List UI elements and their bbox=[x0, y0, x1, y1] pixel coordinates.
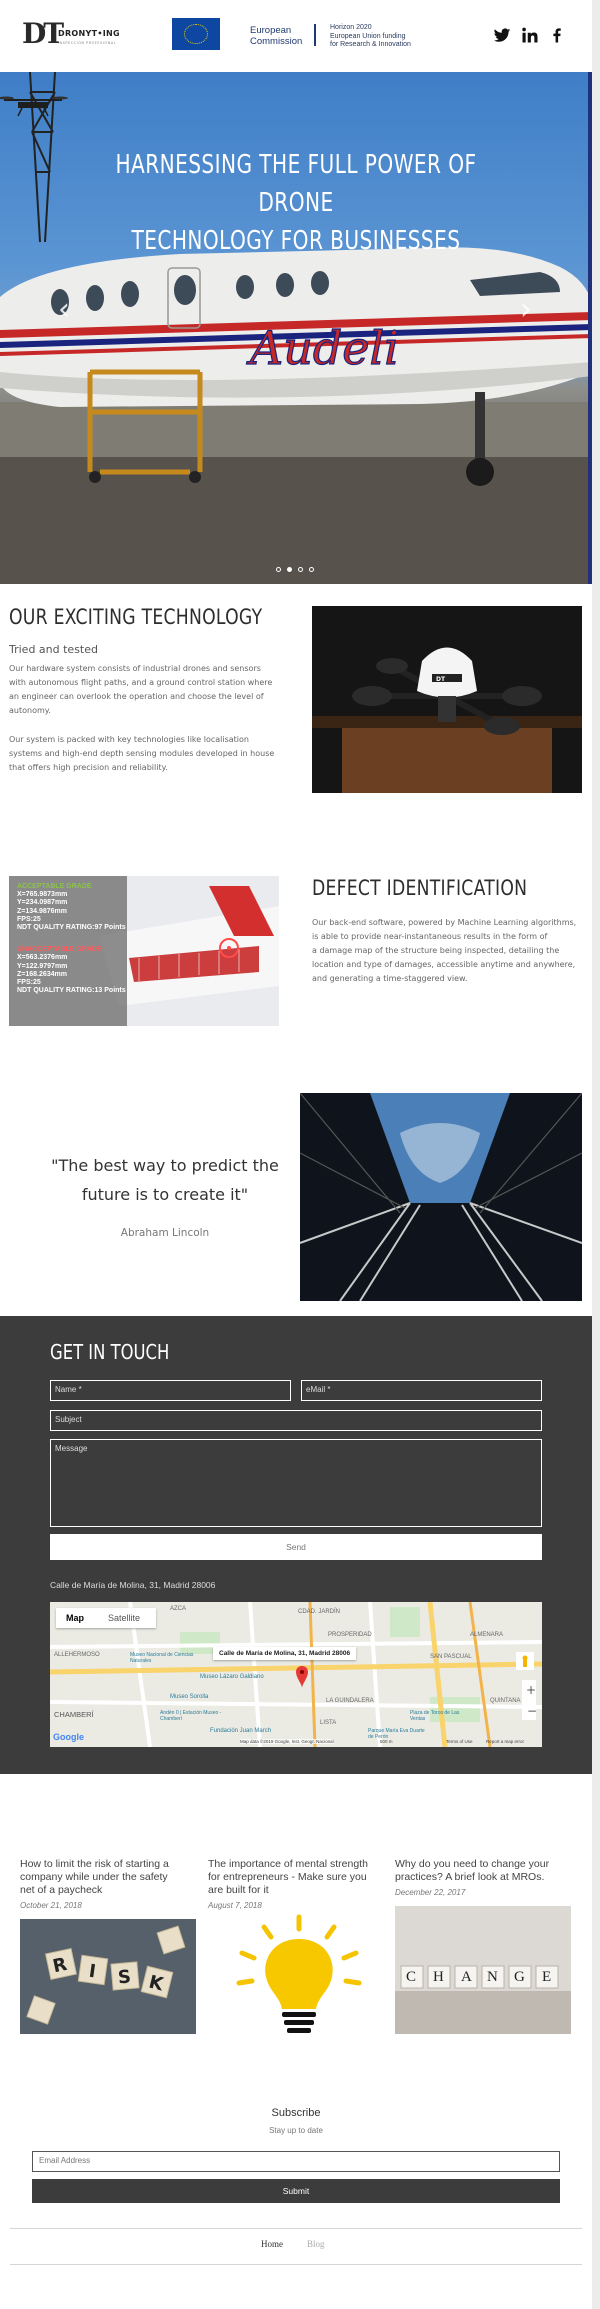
page-scrollbar[interactable] bbox=[592, 0, 600, 2309]
subscribe-title: Subscribe bbox=[271, 2107, 321, 2119]
tech-paragraph-1: Our hardware system consists of industri… bbox=[9, 664, 273, 715]
defect-analysis-image: ACCEPTABLE GRADE X=765.9873mm Y=234.0987… bbox=[9, 876, 279, 1026]
map-scale: 500 m bbox=[380, 1739, 393, 1744]
email-field[interactable]: eMail * bbox=[301, 1380, 542, 1401]
logo-letters: DT bbox=[22, 17, 64, 50]
eu-commission-logo: European Commission bbox=[172, 16, 322, 52]
message-field[interactable]: Message bbox=[50, 1439, 542, 1527]
subject-field[interactable]: Subject bbox=[50, 1410, 542, 1431]
quote-author: Abraham Lincoln bbox=[120, 1227, 210, 1239]
blog-post-date: October 21, 2018 bbox=[20, 1901, 82, 1910]
eu-commission-text: European Commission bbox=[250, 25, 303, 47]
site-header: DT DRONYT•ING INSPECCIÓN PROFESIONAL Eur… bbox=[0, 0, 592, 72]
contact-section: GET IN TOUCH Name * eMail * Subject Mess… bbox=[0, 1316, 592, 1774]
contact-title: GET IN TOUCH bbox=[50, 1340, 170, 1364]
footer-divider bbox=[10, 2228, 582, 2229]
twitter-icon[interactable] bbox=[493, 26, 511, 44]
hero-slideshow[interactable]: Audeli ‹ › HARNESSING THE FULL POWER OF … bbox=[0, 72, 592, 584]
subscribe-email-input[interactable]: Email Address bbox=[32, 2151, 560, 2172]
slide-dot[interactable] bbox=[298, 567, 303, 572]
footer-divider bbox=[10, 2264, 582, 2265]
facebook-icon[interactable] bbox=[548, 26, 566, 44]
defect-paragraph: Our back-end software, powered by Machin… bbox=[312, 918, 577, 983]
svg-text:DT: DT bbox=[436, 676, 446, 683]
linkedin-icon[interactable] bbox=[521, 26, 539, 44]
drone-icon bbox=[0, 96, 68, 117]
blog-post-date: August 7, 2018 bbox=[208, 1901, 262, 1910]
blog-post-title[interactable]: The importance of mental strength for ent… bbox=[208, 1858, 388, 1897]
slide-dot[interactable] bbox=[309, 567, 314, 572]
blog-post-date: December 22, 2017 bbox=[395, 1888, 466, 1897]
logo-name: DRONYT•ING bbox=[58, 29, 120, 38]
eu-flag-icon bbox=[172, 18, 220, 50]
tech-title: OUR EXCITING TECHNOLOGY bbox=[9, 605, 263, 629]
quote-text: "The best way to predict the future is t… bbox=[51, 1156, 279, 1204]
subscribe-submit-button[interactable]: Submit bbox=[32, 2179, 560, 2203]
send-button[interactable]: Send bbox=[50, 1534, 542, 1560]
slide-dot-active[interactable] bbox=[287, 567, 292, 572]
hero-title: HARNESSING THE FULL POWER OF DRONE TECHN… bbox=[115, 150, 477, 256]
google-logo: Google bbox=[53, 1732, 84, 1742]
lightbulb-image bbox=[214, 1913, 384, 2038]
map-attribution: Map data ©2019 Google, Inst. Geogr. Naci… bbox=[240, 1739, 334, 1744]
change-dice-image: C H A N G E bbox=[395, 1906, 571, 2034]
next-slide-arrow[interactable]: › bbox=[520, 292, 532, 327]
logo-tagline: INSPECCIÓN PROFESIONAL bbox=[58, 41, 117, 45]
defect-title: DEFECT IDENTIFICATION bbox=[312, 876, 528, 900]
address-text: Calle de María de Molina, 31, Madrid 280… bbox=[50, 1580, 216, 1590]
map-report-link[interactable]: Report a map error bbox=[486, 1739, 524, 1744]
blog-post-title[interactable]: Why do you need to change your practices?… bbox=[395, 1858, 575, 1884]
subscribe-subtitle: Stay up to date bbox=[269, 2126, 323, 2135]
footer-home-link[interactable]: Home bbox=[261, 2239, 283, 2249]
defect-readout: ACCEPTABLE GRADE X=765.9873mm Y=234.0987… bbox=[17, 883, 126, 995]
horizon-2020-text: Horizon 2020 European Union funding for … bbox=[330, 24, 411, 48]
tech-subtitle: Tried and tested bbox=[9, 643, 98, 656]
slide-indicators bbox=[276, 557, 320, 576]
name-field[interactable]: Name * bbox=[50, 1380, 291, 1401]
map-labels: AZCA CDAD. JARDÍN PROSPERIDAD ALMENARA S… bbox=[54, 1606, 521, 1740]
blog-post-title[interactable]: How to limit the risk of starting a compa… bbox=[20, 1858, 200, 1897]
risk-tiles-image: R I S K bbox=[20, 1919, 196, 2034]
svg-text:Audeli: Audeli bbox=[246, 321, 399, 375]
prev-slide-arrow[interactable]: ‹ bbox=[58, 292, 70, 327]
scaffold-sky-image bbox=[300, 1093, 582, 1301]
slide-dot[interactable] bbox=[276, 567, 281, 572]
tech-paragraph-2: Our system is packed with key technologi… bbox=[9, 735, 275, 772]
footer-blog-link[interactable]: Blog bbox=[307, 2239, 325, 2249]
drone-product-image: DT bbox=[312, 606, 582, 793]
map-terms-link[interactable]: Terms of Use bbox=[446, 1739, 473, 1744]
google-map[interactable]: + − Map Satellite Calle de María de Moli… bbox=[50, 1602, 542, 1747]
company-logo[interactable]: DT DRONYT•ING INSPECCIÓN PROFESIONAL bbox=[22, 20, 122, 52]
